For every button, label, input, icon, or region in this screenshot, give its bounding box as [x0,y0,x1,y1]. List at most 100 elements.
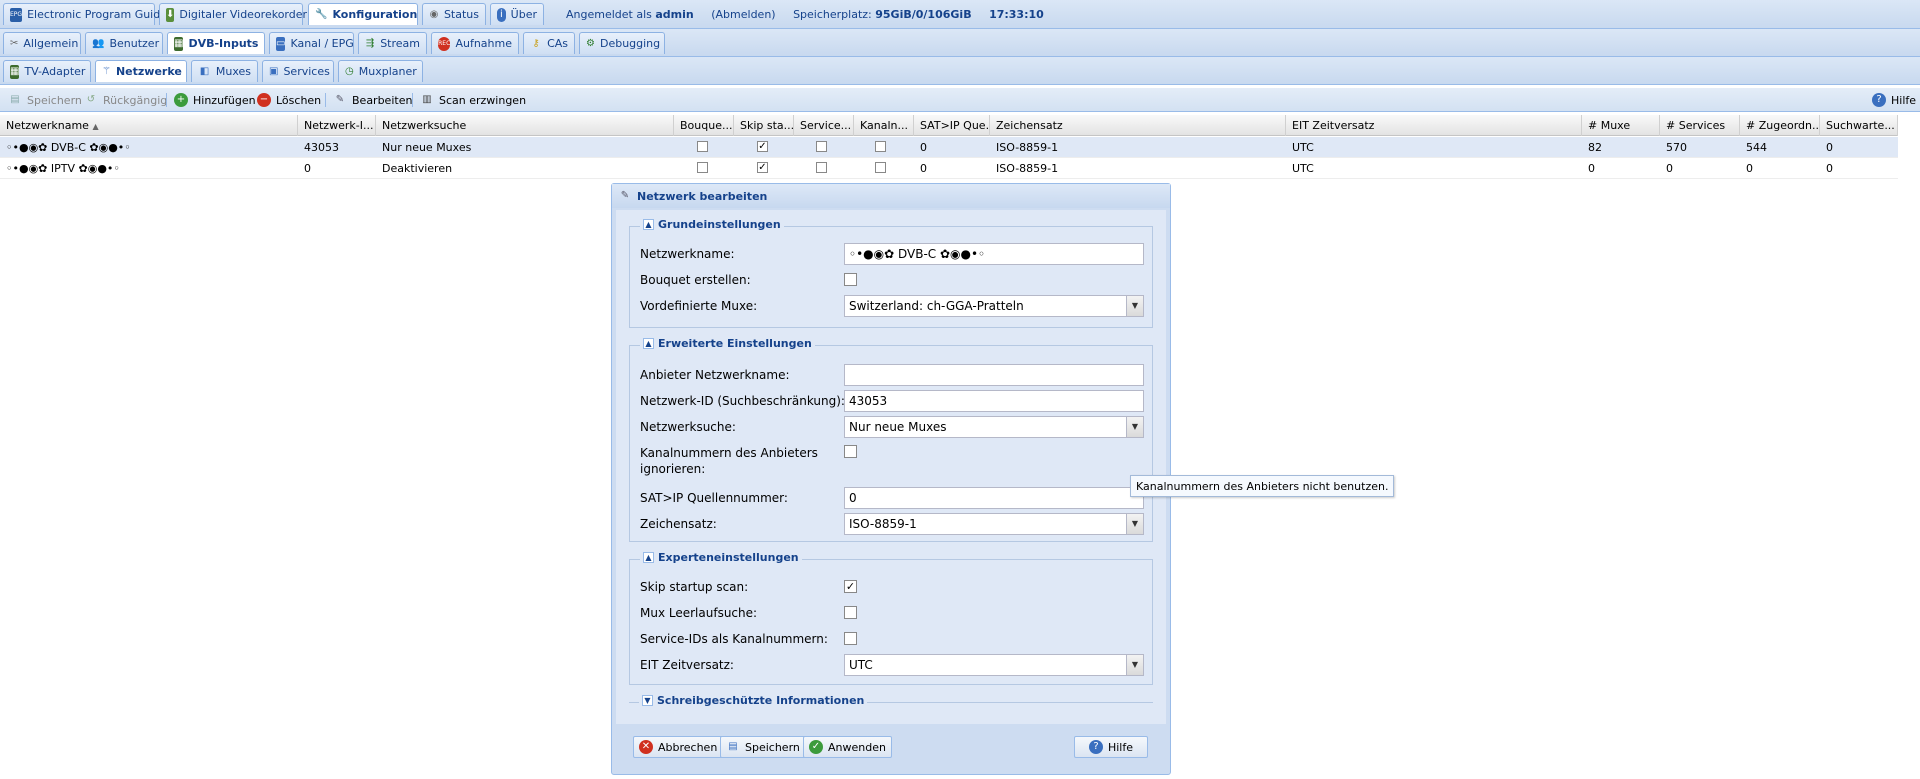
tab-services[interactable]: ▣ Services [262,60,334,82]
tab-muxplaner[interactable]: ◷ Muxplaner [338,60,423,82]
fieldset-basic: ▲ Grundeinstellungen Netzwerkname: ◦•●◉✿… [629,218,1153,328]
network-name-input[interactable]: ◦•●◉✿ DVB-C ✿◉●•◦ [844,243,1144,265]
fieldset-readonly-legend[interactable]: ▼ Schreibgeschützte Informationen [639,694,868,707]
column-header-kanal[interactable]: Kanaln... [854,115,914,136]
collapse-icon: ▲ [643,338,654,349]
epg-icon: EPG [10,7,23,22]
service-ids-checkbox[interactable] [816,162,827,173]
bouquet-checkbox[interactable] [697,162,708,173]
fieldset-advanced: ▲ Erweiterte Einstellungen Anbieter Netz… [629,337,1153,542]
table-row[interactable]: ◦•●◉✿ DVB-C ✿◉●•◦ 43053 Nur neue Muxes ✓… [0,137,1898,158]
skip-scan-checkbox[interactable]: ✓ [757,162,768,173]
network-search-select[interactable]: Nur neue Muxes ▼ [844,416,1144,438]
tab-benutzer[interactable]: 👥 Benutzer [85,32,163,54]
ignore-channel-numbers-checkbox[interactable] [875,141,886,152]
network-id-input[interactable]: 43053 [844,390,1144,412]
fieldset-expert: ▲ Experteneinstellungen Skip startup sca… [629,551,1153,685]
table-row[interactable]: ◦•●◉✿ IPTV ✿◉●•◦ 0 Deaktivieren ✓ 0 ISO-… [0,158,1898,179]
tab-muxes[interactable]: ◧ Muxes [191,60,258,82]
column-header-service[interactable]: Service... [794,115,854,136]
column-header-netzwerkname[interactable]: Netzwerkname ▲ [0,115,298,136]
chevron-down-icon[interactable]: ▼ [1126,514,1143,534]
undo-icon: ↺ [86,94,96,105]
delete-button[interactable]: − Löschen [257,92,321,108]
column-header-bouquet[interactable]: Bouque... [674,115,734,136]
tab-allgemein[interactable]: ✂ Allgemein [3,32,81,54]
fieldset-expert-legend[interactable]: ▲ Experteneinstellungen [640,551,802,564]
tooltip: Kanalnummern des Anbieters nicht benutze… [1130,475,1395,497]
column-header-services[interactable]: # Services [1660,115,1740,136]
bug-icon: ⚙ [586,37,595,49]
predefined-muxes-select[interactable]: Switzerland: ch-GGA-Pratteln ▼ [844,295,1144,317]
clock-icon: ◷ [345,65,354,77]
column-header-queue[interactable]: Suchwarte... [1820,115,1898,136]
column-header-eit[interactable]: EIT Zeitversatz [1286,115,1582,136]
help-button[interactable]: ? Hilfe [1872,92,1916,108]
chevron-down-icon[interactable]: ▼ [1126,417,1143,437]
dialog-help-button[interactable]: ? Hilfe [1074,736,1148,758]
eit-offset-select[interactable]: UTC ▼ [844,654,1144,676]
tab-dvb-inputs[interactable]: ▦ DVB-Inputs [167,32,265,54]
ignore-channel-numbers-checkbox[interactable] [875,162,886,173]
force-scan-button[interactable]: ▥ Scan erzwingen [420,92,526,108]
column-header-satip[interactable]: SAT>IP Que... [914,115,990,136]
fieldset-basic-legend[interactable]: ▲ Grundeinstellungen [640,218,784,231]
chevron-down-icon[interactable]: ▼ [1126,296,1143,316]
tv-icon: ▭ [276,36,286,51]
grid-header: Netzwerkname ▲ Netzwerk-I... Netzwerksuc… [0,115,1898,136]
bouquet-checkbox[interactable] [844,273,857,286]
wrench-icon: 🔧 [315,8,328,20]
edit-button[interactable]: ✎ Bearbeiten [333,92,413,108]
dvb-tab-bar: ▦ TV-Adapter ⚚ Netzwerke ◧ Muxes ▣ Servi… [0,57,1920,85]
apply-button[interactable]: ✓ Anwenden [803,736,892,758]
tab-kanal-epg[interactable]: ▭ Kanal / EPG [269,32,354,54]
mux-idle-scan-checkbox[interactable] [844,606,857,619]
tab-dvr[interactable]: ⬇ Digitaler Videorekorder [159,3,307,25]
scan-icon: ▥ [422,94,432,105]
chevron-down-icon[interactable]: ▼ [1126,655,1143,675]
column-header-assigned[interactable]: # Zugeordn... [1740,115,1820,136]
column-header-netzwerk-id[interactable]: Netzwerk-I... [298,115,376,136]
tab-ueber[interactable]: i Über [490,3,544,25]
tab-debugging[interactable]: ⚙ Debugging [579,32,665,54]
service-ids-checkbox[interactable] [816,141,827,152]
undo-button[interactable]: ↺ Rückgängig [84,92,167,108]
tab-netzwerke[interactable]: ⚚ Netzwerke [95,60,187,82]
column-header-skip[interactable]: Skip sta... [734,115,794,136]
ignore-channel-numbers-checkbox[interactable] [844,445,857,458]
collapse-icon: ▲ [643,219,654,230]
toolbar-separator [412,93,413,107]
tab-stream[interactable]: ⇶ Stream [358,32,427,54]
services-icon: ▣ [269,65,279,77]
dialog-title-bar[interactable]: ✎ Netzwerk bearbeiten [612,184,1170,208]
skip-scan-checkbox[interactable]: ✓ [757,141,768,152]
tab-aufnahme[interactable]: REC Aufnahme [431,32,519,54]
column-header-netzwerksuche[interactable]: Netzwerksuche [376,115,674,136]
service-ids-checkbox[interactable] [844,632,857,645]
dialog-save-button[interactable]: ▤ Speichern [720,736,806,758]
fieldset-readonly: ▼ Schreibgeschützte Informationen [629,694,1153,712]
cancel-button[interactable]: ✕ Abbrechen [633,736,724,758]
fieldset-advanced-legend[interactable]: ▲ Erweiterte Einstellungen [640,337,815,350]
stream-icon: ⇶ [365,37,375,49]
cancel-icon: ✕ [639,740,653,754]
satip-source-input[interactable]: 0 [844,487,1144,509]
tab-tv-adapter[interactable]: ▦ TV-Adapter [3,60,91,82]
column-header-zeichensatz[interactable]: Zeichensatz [990,115,1286,136]
tab-status[interactable]: ◉ Status [422,3,486,25]
tab-epg[interactable]: EPG Electronic Program Guide [3,3,167,25]
help-icon: ? [1872,93,1886,107]
charset-select[interactable]: ISO-8859-1 ▼ [844,513,1144,535]
logout-link[interactable]: (Abmelden) [711,8,775,21]
edit-icon: ✎ [620,190,630,201]
add-button[interactable]: + Hinzufügen [174,92,256,108]
tab-cas[interactable]: ⚷ CAs [523,32,575,54]
bouquet-checkbox[interactable] [697,141,708,152]
key-icon: ⚷ [532,37,540,49]
skip-startup-scan-checkbox[interactable]: ✓ [844,580,857,593]
save-button[interactable]: ▤ Speichern [8,92,82,108]
check-icon: ✓ [809,740,823,754]
tab-konfiguration[interactable]: 🔧 Konfiguration [308,3,418,25]
column-header-muxe[interactable]: # Muxe [1582,115,1660,136]
provider-network-name-input[interactable] [844,364,1144,386]
